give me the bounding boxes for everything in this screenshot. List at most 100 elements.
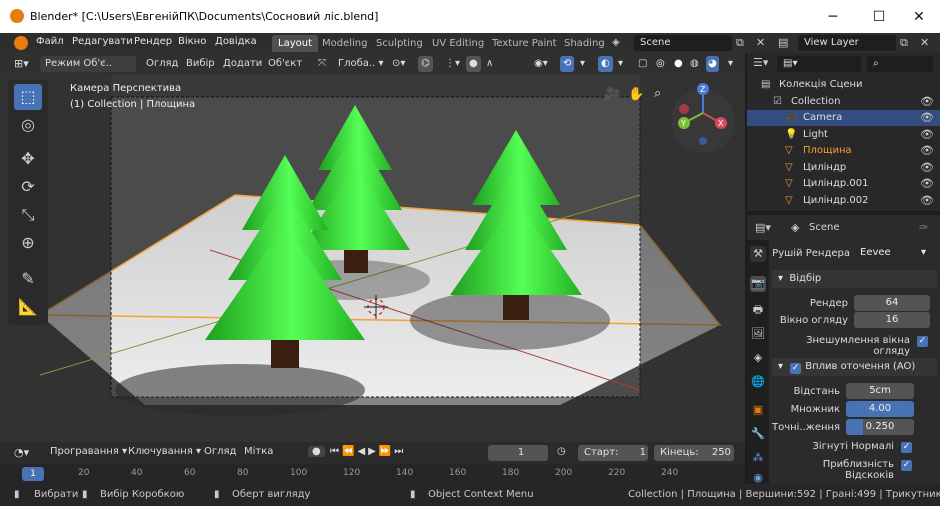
- menu-render[interactable]: Рендер: [134, 36, 172, 47]
- shading-wireframe-icon[interactable]: ◎: [656, 56, 665, 72]
- outliner-search-input[interactable]: ⌕: [867, 56, 933, 72]
- overlays-icon[interactable]: ◐: [598, 56, 613, 72]
- end-frame-field[interactable]: Кінець: 250: [654, 445, 734, 461]
- playback-menu[interactable]: Програвання ▾: [50, 446, 127, 457]
- snap-icon[interactable]: ⌬: [418, 56, 433, 72]
- cursor-tool-icon[interactable]: ◎: [14, 112, 42, 138]
- shading-rendered-icon[interactable]: ◕: [706, 56, 719, 72]
- editor-type-icon[interactable]: ⊞▾: [14, 56, 29, 72]
- pin-icon[interactable]: ✑: [919, 221, 928, 234]
- outliner-row-collection[interactable]: ☑ Collection 👁: [747, 94, 940, 110]
- render-samples-field[interactable]: 64: [854, 295, 930, 311]
- xray-icon[interactable]: ▢: [638, 56, 647, 72]
- view-layer-tab-icon[interactable]: 🖼: [750, 326, 766, 342]
- render-tab-icon[interactable]: 📷: [750, 276, 766, 292]
- gizmo-dropdown-icon[interactable]: ▾: [580, 56, 585, 72]
- gizmo-neg-x-ball[interactable]: [679, 104, 689, 114]
- timeline-view-menu[interactable]: Огляд: [204, 446, 236, 457]
- annotate-tool-icon[interactable]: ✎: [14, 266, 42, 292]
- particles-tab-icon[interactable]: ⁂: [750, 450, 766, 466]
- outliner-row-light[interactable]: 💡 Light 👁: [747, 127, 940, 143]
- shading-material-icon[interactable]: ◍: [690, 56, 699, 72]
- blender-menu-icon[interactable]: [14, 36, 28, 50]
- rotate-tool-icon[interactable]: ⟳: [14, 174, 42, 200]
- sampling-section-header[interactable]: ▾ Відбір: [772, 270, 937, 288]
- record-icon[interactable]: ●: [308, 446, 325, 457]
- timeline-editor-icon[interactable]: ◔▾: [14, 446, 29, 459]
- mode-dropdown[interactable]: Режим Об'є..: [40, 56, 136, 72]
- new-viewlayer-icon[interactable]: ⧉: [900, 36, 908, 50]
- start-frame-field[interactable]: Старт: 1: [578, 445, 648, 461]
- shading-dropdown-icon[interactable]: ▾: [728, 56, 733, 72]
- move-tool-icon[interactable]: ✥: [14, 146, 42, 172]
- gizmo-icon[interactable]: ⟲: [560, 56, 575, 72]
- modifier-tab-icon[interactable]: 🔧: [750, 426, 766, 442]
- pan-hand-icon[interactable]: ✋: [628, 87, 644, 102]
- menu-window[interactable]: Вікно: [178, 36, 206, 47]
- zoom-icon[interactable]: ⌕: [654, 86, 661, 101]
- minimize-button[interactable]: ─: [810, 6, 856, 28]
- visibility-eye-icon[interactable]: 👁: [920, 176, 934, 192]
- outliner-row-cylinder-001[interactable]: ▽ Циліндр.001 👁: [747, 176, 940, 192]
- outliner-row-plane[interactable]: ▽ Площина 👁: [747, 143, 940, 159]
- outliner-row-cylinder-002[interactable]: ▽ Циліндр.002 👁: [747, 193, 940, 209]
- pivot-icon[interactable]: ⊙▾: [392, 56, 405, 72]
- proportional-edit-icon[interactable]: ●: [466, 56, 481, 72]
- properties-editor-icon[interactable]: ▤▾: [755, 221, 771, 234]
- timeline-ruler[interactable]: 1 20 40 60 80 100 120 140 160 180 200 220 240: [0, 464, 745, 484]
- world-tab-icon[interactable]: 🌐: [750, 374, 766, 390]
- scene-field[interactable]: Scene: [634, 35, 732, 51]
- object-tab-icon[interactable]: ▣: [750, 402, 766, 418]
- output-tab-icon[interactable]: 🖶: [750, 302, 766, 318]
- add-menu[interactable]: Додати: [223, 56, 262, 72]
- 3d-viewport[interactable]: Z X Y 🎥 ✋ ⌕: [0, 75, 745, 442]
- bent-normals-checkbox[interactable]: ✓: [901, 442, 912, 453]
- viewlayer-field[interactable]: View Layer: [798, 35, 896, 51]
- select-menu[interactable]: Вибір: [186, 56, 215, 72]
- tool-tab-icon[interactable]: ⚒: [750, 246, 766, 262]
- snap-settings-icon[interactable]: ⋮▾: [445, 56, 460, 72]
- viewport-denoise-checkbox[interactable]: ✓: [917, 336, 928, 347]
- shading-solid-icon[interactable]: ●: [674, 56, 683, 72]
- delete-viewlayer-icon[interactable]: ✕: [920, 36, 929, 49]
- ao-factor-field[interactable]: 4.00: [846, 401, 914, 417]
- ao-section-header[interactable]: ▾ ✓ Вплив оточення (AO): [772, 358, 937, 376]
- outliner-row-scene-collection[interactable]: ▤ Колекція Сцени: [747, 77, 940, 93]
- viewport-samples-field[interactable]: 16: [854, 312, 930, 328]
- select-tool-icon[interactable]: ⬚: [14, 84, 42, 110]
- current-frame-marker[interactable]: 1: [22, 467, 44, 481]
- tab-uv-editing[interactable]: UV Editing: [426, 35, 490, 52]
- outliner-row-cylinder[interactable]: ▽ Циліндр 👁: [747, 160, 940, 176]
- visibility-eye-icon[interactable]: 👁: [920, 193, 934, 209]
- visibility-eye-icon[interactable]: 👁: [920, 143, 934, 159]
- visibility-eye-icon[interactable]: 👁: [920, 110, 934, 126]
- render-engine-dropdown[interactable]: Eevee ▾: [854, 245, 932, 261]
- view-menu[interactable]: Огляд: [146, 56, 178, 72]
- current-frame-field[interactable]: 1: [488, 445, 548, 461]
- playback-controls[interactable]: ⏮⏪◀▶⏩⏭: [330, 446, 406, 457]
- scale-tool-icon[interactable]: ⤡: [14, 202, 42, 228]
- visibility-icon[interactable]: ◉▾: [534, 56, 548, 72]
- tab-texture-paint[interactable]: Texture Paint: [486, 35, 563, 52]
- menu-file[interactable]: Файл: [36, 36, 64, 47]
- orientation-dropdown[interactable]: Глоба.. ▾: [338, 56, 383, 72]
- measure-tool-icon[interactable]: 📐: [14, 294, 42, 320]
- delete-scene-icon[interactable]: ✕: [756, 36, 765, 49]
- tab-layout[interactable]: Layout: [272, 35, 318, 52]
- ao-precision-field[interactable]: 0.250: [846, 419, 914, 435]
- close-button[interactable]: ✕: [896, 6, 940, 28]
- keying-menu[interactable]: Ключування ▾: [128, 446, 201, 457]
- menu-help[interactable]: Довідка: [215, 36, 257, 47]
- overlays-dropdown-icon[interactable]: ▾: [618, 56, 623, 72]
- falloff-icon[interactable]: ∧: [486, 56, 493, 72]
- marker-menu[interactable]: Мітка: [244, 446, 273, 457]
- transform-tool-icon[interactable]: ⊕: [14, 230, 42, 256]
- visibility-eye-icon[interactable]: 👁: [920, 160, 934, 176]
- bounce-approx-checkbox[interactable]: ✓: [901, 460, 912, 471]
- camera-view-icon[interactable]: 🎥: [604, 87, 620, 102]
- outliner-filter-icon[interactable]: ▤▾: [777, 56, 861, 72]
- ao-distance-field[interactable]: 5cm: [846, 383, 914, 399]
- visibility-eye-icon[interactable]: 👁: [920, 127, 934, 143]
- outliner-row-camera[interactable]: 🎥 Camera 👁: [747, 110, 940, 126]
- visibility-eye-icon[interactable]: 👁: [920, 94, 934, 110]
